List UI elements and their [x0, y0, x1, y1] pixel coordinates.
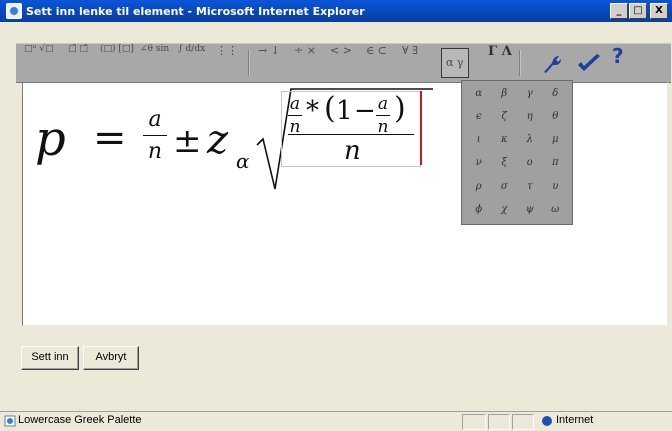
- toolbar-separator: [248, 50, 250, 76]
- greek-symbol-23[interactable]: ψ: [517, 199, 543, 222]
- number-one: 1: [336, 96, 353, 126]
- right-paren: ): [394, 91, 406, 126]
- greek-symbol-21[interactable]: ϕ: [466, 199, 492, 222]
- lowercase-greek-palette-button[interactable]: α γ: [441, 48, 469, 78]
- greek-symbol-4[interactable]: δ: [543, 83, 569, 106]
- security-zone-label: Internet: [556, 414, 594, 426]
- greek-symbol-22[interactable]: χ: [492, 199, 518, 222]
- greek-symbol-2[interactable]: β: [492, 83, 518, 106]
- inner-inner-fraction: a n: [376, 94, 390, 137]
- greek-symbol-20[interactable]: υ: [543, 176, 569, 199]
- greek-symbol-12[interactable]: μ: [543, 129, 569, 152]
- equation-toolbar: □ⁿ √□ □̄ □̃ (□) [□] ∠θ sin ∫ d/dx ⋮⋮ → ↓…: [16, 43, 671, 83]
- greek-symbol-16[interactable]: π: [543, 152, 569, 175]
- page-icon: [4, 415, 16, 427]
- greek-symbol-8[interactable]: θ: [543, 106, 569, 129]
- sets-palette-button[interactable]: ∈ ⊂: [366, 44, 387, 82]
- checkmark-icon[interactable]: [576, 54, 602, 74]
- operators-palette-button[interactable]: ÷ ×: [294, 44, 316, 82]
- formula-plusminus: ±: [173, 121, 202, 161]
- greek-symbol-10[interactable]: κ: [492, 129, 518, 152]
- left-paren: (: [324, 91, 336, 126]
- brackets-palette-button[interactable]: (□) [□]: [100, 44, 134, 82]
- trig-palette-button[interactable]: ∠θ sin: [140, 44, 169, 82]
- main-fraction-bar: [288, 134, 414, 135]
- window-controls: _ □ X: [609, 3, 668, 19]
- title-bar: Sett inn lenke til element - Microsoft I…: [0, 0, 672, 22]
- toolbar-separator: [519, 50, 521, 76]
- greek-symbol-1[interactable]: α: [466, 83, 492, 106]
- greek-symbol-9[interactable]: ι: [466, 129, 492, 152]
- greek-symbol-3[interactable]: γ: [517, 83, 543, 106]
- status-pane: [462, 414, 486, 430]
- greek-symbol-17[interactable]: ρ: [466, 176, 492, 199]
- greek-symbol-19[interactable]: τ: [517, 176, 543, 199]
- greek-symbol-6[interactable]: ζ: [492, 106, 518, 129]
- status-text: Lowercase Greek Palette: [18, 414, 142, 426]
- insert-button[interactable]: Sett inn: [21, 346, 79, 370]
- logic-palette-button[interactable]: ∀ ∃: [402, 44, 418, 82]
- cancel-button[interactable]: Avbryt: [83, 346, 139, 370]
- greek-symbol-11[interactable]: λ: [517, 129, 543, 152]
- inner-fraction-a-over-n: a n: [288, 94, 302, 137]
- ie-page-icon: [6, 3, 22, 19]
- status-pane: [488, 414, 510, 430]
- greek-symbol-13[interactable]: ν: [466, 152, 492, 175]
- greek-symbol-5[interactable]: ϵ: [466, 106, 492, 129]
- internet-zone-icon: [542, 416, 552, 426]
- denominator-n: n: [344, 136, 361, 166]
- relations-palette-button[interactable]: < >: [330, 44, 352, 82]
- formula[interactable]: p = a n ± z α a n * ( 1 − a n) n: [33, 83, 463, 193]
- fraction-a-over-n: a n: [143, 107, 167, 164]
- greek-symbol-14[interactable]: ξ: [492, 152, 518, 175]
- minus-operator: −: [354, 96, 376, 126]
- greek-symbol-18[interactable]: σ: [492, 176, 518, 199]
- greek-symbol-15[interactable]: ο: [517, 152, 543, 175]
- formula-variable-p: p: [35, 111, 66, 167]
- formula-z: z: [207, 117, 229, 163]
- close-button[interactable]: X: [650, 3, 668, 19]
- arrows-palette-button[interactable]: → ↓: [258, 44, 280, 82]
- status-pane: [512, 414, 534, 430]
- uppercase-greek-palette-button[interactable]: Γ Λ: [488, 44, 512, 82]
- formula-equals: =: [93, 115, 127, 161]
- powers-palette-button[interactable]: □ⁿ √□: [24, 44, 54, 82]
- maximize-button[interactable]: □: [629, 3, 647, 19]
- times-operator: *: [306, 96, 319, 126]
- greek-symbol-24[interactable]: ω: [543, 199, 569, 222]
- overbar-palette-button[interactable]: □̄ □̃: [68, 44, 88, 82]
- matrix-palette-button[interactable]: ⋮⋮: [216, 44, 238, 82]
- minimize-button[interactable]: _: [610, 3, 628, 19]
- status-bar: Lowercase Greek Palette Internet: [0, 411, 672, 431]
- wrench-icon[interactable]: [540, 54, 562, 74]
- help-button[interactable]: ?: [612, 44, 624, 82]
- window-title: Sett inn lenke til element - Microsoft I…: [26, 4, 365, 18]
- calculus-palette-button[interactable]: ∫ d/dx: [178, 44, 205, 82]
- formula-subscript-alpha: α: [236, 149, 250, 173]
- sqrt-content-box[interactable]: a n * ( 1 − a n ) n: [281, 91, 421, 167]
- lowercase-greek-palette: αβγδ ϵζηθ ικλμ νξοπ ρστυ ϕχψω: [461, 80, 573, 225]
- greek-symbol-7[interactable]: η: [517, 106, 543, 129]
- text-cursor: [420, 91, 422, 165]
